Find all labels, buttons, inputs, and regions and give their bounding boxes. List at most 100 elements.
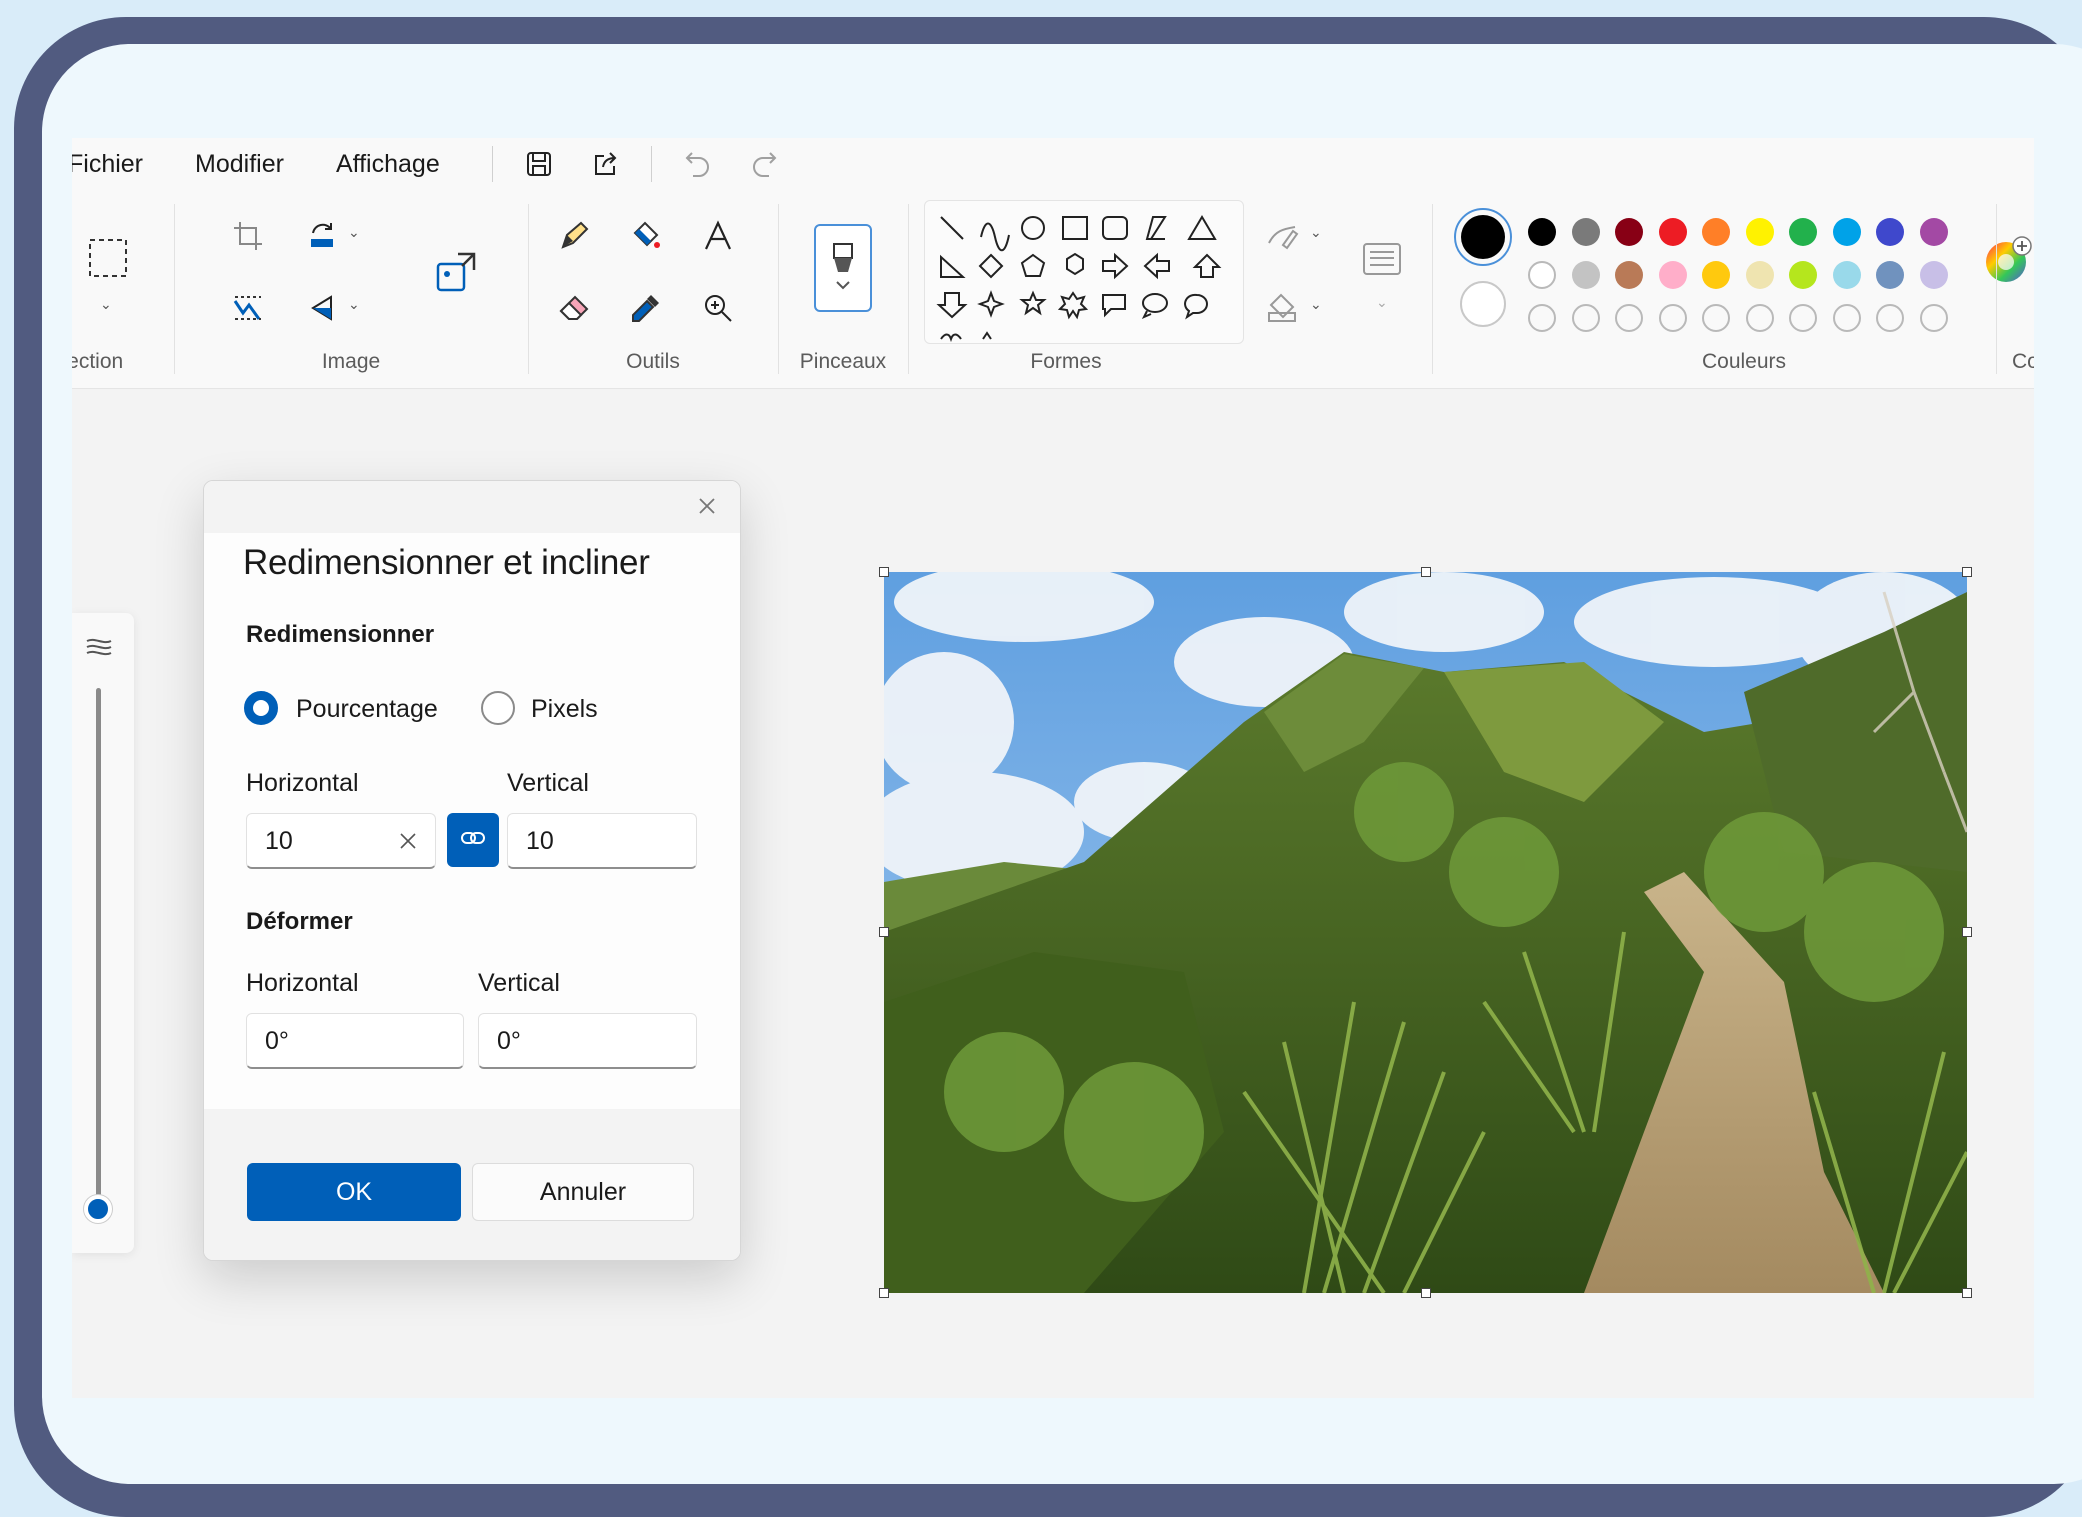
color-swatch[interactable] bbox=[1876, 261, 1904, 289]
radio-percentage-label[interactable]: Pourcentage bbox=[296, 695, 438, 724]
image-group-label: Image bbox=[321, 350, 381, 373]
radio-pixels[interactable] bbox=[481, 691, 515, 725]
resize-vertical-input[interactable]: 10 bbox=[507, 813, 697, 869]
resize-handle[interactable] bbox=[879, 1288, 889, 1298]
primary-color-well[interactable] bbox=[1454, 208, 1512, 266]
custom-color-slot[interactable] bbox=[1919, 304, 1948, 332]
color-swatch[interactable] bbox=[1876, 218, 1904, 246]
group-selection: ⌄ Sélection bbox=[72, 190, 172, 388]
color-swatch[interactable] bbox=[1528, 261, 1556, 289]
shapes-gallery[interactable] bbox=[924, 200, 1244, 344]
stroke-size-icon[interactable] bbox=[1358, 236, 1406, 284]
menu-edit[interactable]: Modifier bbox=[195, 150, 284, 179]
redo-icon[interactable] bbox=[744, 144, 784, 184]
zoom-slider-thumb[interactable] bbox=[84, 1195, 112, 1223]
secondary-color-well[interactable] bbox=[1460, 281, 1506, 327]
radio-pixels-label[interactable]: Pixels bbox=[531, 695, 598, 724]
chevron-down-icon[interactable]: ⌄ bbox=[1310, 296, 1322, 313]
color-swatch[interactable] bbox=[1528, 218, 1556, 246]
resize-handle[interactable] bbox=[1421, 1288, 1431, 1298]
zoom-panel bbox=[72, 613, 134, 1253]
ok-button[interactable]: OK bbox=[247, 1163, 461, 1221]
chevron-down-icon[interactable]: ⌄ bbox=[1310, 224, 1322, 241]
cancel-button[interactable]: Annuler bbox=[472, 1163, 694, 1221]
resize-handle[interactable] bbox=[1962, 567, 1972, 577]
fill-shape-icon[interactable] bbox=[1260, 286, 1304, 330]
rotate-icon[interactable] bbox=[300, 214, 344, 258]
custom-color-slot[interactable] bbox=[1789, 304, 1817, 332]
menu-separator bbox=[491, 146, 493, 182]
color-swatch[interactable] bbox=[1658, 218, 1687, 246]
custom-color-slot[interactable] bbox=[1615, 304, 1643, 332]
dialog-title: Redimensionner et incliner bbox=[243, 543, 650, 582]
color-swatch[interactable] bbox=[1571, 261, 1600, 289]
chevron-down-icon[interactable]: ⌄ bbox=[348, 224, 360, 241]
color-swatch[interactable] bbox=[1789, 261, 1817, 289]
undo-icon[interactable] bbox=[678, 144, 718, 184]
color-swatch[interactable] bbox=[1702, 218, 1730, 246]
menu-view[interactable]: Affichage bbox=[336, 150, 440, 179]
radio-percentage[interactable] bbox=[244, 691, 278, 725]
color-swatch[interactable] bbox=[1745, 218, 1774, 246]
resize-vertical-label: Vertical bbox=[507, 769, 589, 797]
custom-color-slot[interactable] bbox=[1528, 304, 1556, 332]
custom-color-slot[interactable] bbox=[1832, 304, 1861, 332]
color-swatch[interactable] bbox=[1832, 218, 1861, 246]
color-swatch[interactable] bbox=[1702, 261, 1730, 289]
layers-icon[interactable] bbox=[84, 635, 114, 664]
colors-group-label: Couleurs bbox=[1701, 350, 1787, 373]
resize-horizontal-input[interactable]: 10 bbox=[246, 813, 436, 869]
menu-file[interactable]: Fichier bbox=[72, 150, 143, 179]
color-swatch[interactable] bbox=[1789, 218, 1817, 246]
close-icon[interactable] bbox=[692, 491, 722, 521]
resize-handle[interactable] bbox=[1962, 927, 1972, 937]
flip-icon[interactable] bbox=[300, 286, 344, 330]
color-swatch[interactable] bbox=[1571, 218, 1600, 246]
color-picker-icon[interactable] bbox=[624, 286, 668, 330]
rectangle-select-icon[interactable] bbox=[84, 234, 132, 282]
resize-handle[interactable] bbox=[1962, 1288, 1972, 1298]
chevron-down-icon[interactable]: ⌄ bbox=[1376, 294, 1388, 311]
magnifier-icon[interactable] bbox=[696, 286, 740, 330]
ribbon-separator bbox=[908, 204, 909, 374]
resize-handle[interactable] bbox=[879, 927, 889, 937]
aspect-ratio-lock-button[interactable] bbox=[447, 813, 499, 867]
dialog-titlebar bbox=[204, 481, 740, 533]
color-swatch[interactable] bbox=[1919, 261, 1948, 289]
skew-horizontal-label: Horizontal bbox=[246, 969, 359, 997]
color-swatch[interactable] bbox=[1745, 261, 1774, 289]
save-icon[interactable] bbox=[519, 144, 559, 184]
share-icon[interactable] bbox=[585, 144, 625, 184]
remove-background-icon[interactable] bbox=[226, 286, 270, 330]
canvas-image[interactable] bbox=[884, 572, 1967, 1293]
resize-image-icon[interactable] bbox=[432, 248, 482, 298]
resize-handle[interactable] bbox=[1421, 567, 1431, 577]
resize-handle[interactable] bbox=[879, 567, 889, 577]
fill-bucket-icon[interactable] bbox=[624, 214, 668, 258]
crop-icon[interactable] bbox=[226, 214, 270, 258]
clear-icon[interactable] bbox=[395, 828, 421, 854]
text-icon[interactable] bbox=[696, 214, 740, 258]
custom-color-slot[interactable] bbox=[1658, 304, 1687, 332]
color-swatch[interactable] bbox=[1658, 261, 1687, 289]
chevron-down-icon[interactable]: ⌄ bbox=[100, 296, 112, 313]
resize-horizontal-label: Horizontal bbox=[246, 769, 359, 797]
eraser-icon[interactable] bbox=[552, 286, 596, 330]
brush-icon[interactable] bbox=[814, 224, 872, 312]
chevron-down-icon[interactable]: ⌄ bbox=[348, 296, 360, 313]
color-swatch[interactable] bbox=[1832, 261, 1861, 289]
color-swatch[interactable] bbox=[1615, 261, 1643, 289]
skew-vertical-input[interactable]: 0° bbox=[478, 1013, 697, 1069]
outline-icon[interactable] bbox=[1260, 214, 1304, 258]
custom-color-slot[interactable] bbox=[1745, 304, 1774, 332]
color-swatch[interactable] bbox=[1919, 218, 1948, 246]
ribbon-separator bbox=[778, 204, 779, 374]
paint-app-window: Fichier Modifier Affichage ⌄ Sélection bbox=[72, 138, 2034, 1398]
custom-color-slot[interactable] bbox=[1702, 304, 1730, 332]
custom-color-slot[interactable] bbox=[1876, 304, 1904, 332]
color-swatch[interactable] bbox=[1615, 218, 1643, 246]
zoom-slider-track[interactable] bbox=[96, 688, 101, 1208]
custom-color-slot[interactable] bbox=[1571, 304, 1600, 332]
pencil-icon[interactable] bbox=[552, 214, 596, 258]
skew-horizontal-input[interactable]: 0° bbox=[246, 1013, 464, 1069]
